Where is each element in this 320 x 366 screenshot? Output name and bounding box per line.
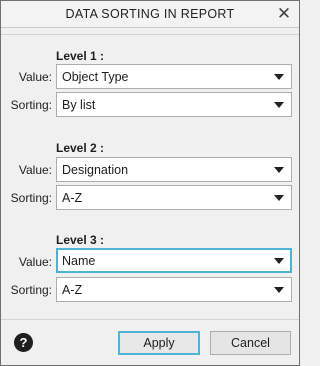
cancel-button[interactable]: Cancel bbox=[210, 331, 291, 355]
footer-separator bbox=[1, 319, 299, 320]
level-3-sorting-dropdown[interactable]: A-Z bbox=[56, 277, 292, 302]
chevron-down-icon bbox=[274, 167, 284, 173]
apply-button[interactable]: Apply bbox=[118, 331, 200, 355]
level-3-value-dropdown[interactable]: Name bbox=[56, 248, 292, 273]
level-2-sorting-label: Sorting: bbox=[10, 191, 52, 205]
level-3-title: Level 3 : bbox=[56, 233, 105, 247]
level-1-value-text: Object Type bbox=[62, 70, 129, 84]
level-3-sorting-label: Sorting: bbox=[10, 283, 52, 297]
chevron-down-icon bbox=[274, 287, 284, 293]
level-1-sorting-text: By list bbox=[62, 98, 96, 112]
dialog-title: DATA SORTING IN REPORT bbox=[65, 7, 235, 21]
level-3-sorting-text: A-Z bbox=[62, 283, 83, 297]
separator bbox=[1, 34, 299, 35]
level-3-value-label: Value: bbox=[18, 255, 52, 269]
level-2-value-dropdown[interactable]: Designation bbox=[56, 157, 292, 182]
level-1-value-label: Value: bbox=[18, 70, 52, 84]
close-icon[interactable]: ✕ bbox=[275, 4, 293, 23]
level-2-sorting-text: A-Z bbox=[62, 191, 83, 205]
chevron-down-icon bbox=[274, 74, 284, 80]
level-1-value-dropdown[interactable]: Object Type bbox=[56, 64, 292, 89]
level-2-value-label: Value: bbox=[18, 163, 52, 177]
sorting-dialog: DATA SORTING IN REPORT ✕ Level 1 : Value… bbox=[0, 0, 300, 366]
level-2-sorting-dropdown[interactable]: A-Z bbox=[56, 185, 292, 210]
level-1-sorting-dropdown[interactable]: By list bbox=[56, 92, 292, 117]
level-2-title: Level 2 : bbox=[56, 141, 105, 155]
level-1-sorting-label: Sorting: bbox=[10, 98, 52, 112]
help-icon[interactable]: ? bbox=[14, 333, 33, 352]
title-bar: DATA SORTING IN REPORT ✕ bbox=[1, 1, 299, 28]
level-1-title: Level 1 : bbox=[56, 49, 105, 63]
chevron-down-icon bbox=[274, 102, 284, 108]
level-3-value-text: Name bbox=[62, 254, 96, 268]
chevron-down-icon bbox=[274, 195, 284, 201]
chevron-down-icon bbox=[274, 258, 284, 264]
level-2-value-text: Designation bbox=[62, 163, 129, 177]
